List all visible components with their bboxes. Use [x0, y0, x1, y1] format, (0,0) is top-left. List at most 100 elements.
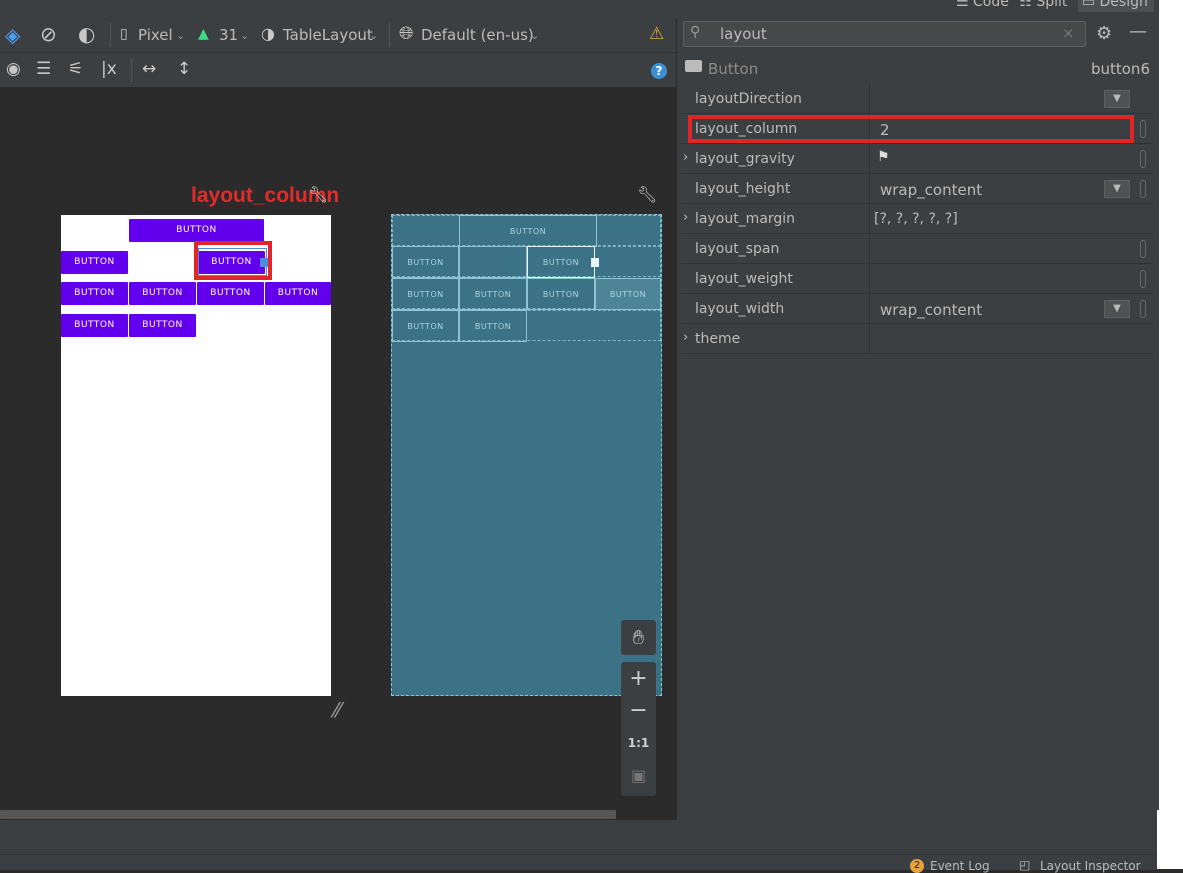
blueprint-button[interactable]: BUTTON [392, 310, 459, 342]
pan-hand-icon[interactable]: ✋︎ [621, 620, 656, 655]
dropdown-button[interactable]: ▼ [1104, 180, 1130, 198]
dropdown-button[interactable]: ▼ [1104, 90, 1130, 108]
blueprint-button[interactable]: BUTTON [459, 278, 527, 310]
fit-screen-icon[interactable]: ▣ [621, 766, 656, 785]
chevron-down-icon: ⌄ [240, 29, 250, 42]
blueprint-button[interactable]: BUTTON [527, 278, 595, 310]
orientation-icon[interactable]: ⊘ [40, 24, 57, 44]
horizontal-scrollbar[interactable] [0, 810, 616, 819]
design-icon: ▭ [1081, 0, 1096, 10]
button-component-icon [685, 60, 702, 72]
resource-picker-button[interactable] [1140, 120, 1146, 138]
attribute-name: theme [695, 331, 741, 347]
attribute-search-field[interactable]: ⚲ layout × [683, 21, 1086, 47]
blueprint-button-selected[interactable]: BUTTON [527, 246, 595, 278]
eye-icon[interactable]: ◉ [6, 61, 21, 78]
help-icon[interactable]: ? [651, 63, 667, 79]
search-icon: ⚲ [690, 24, 701, 40]
attribute-row: layout_height wrap_content ▼ [681, 174, 1153, 204]
attribute-row: › theme [681, 324, 1153, 354]
design-preview[interactable]: BUTTON BUTTON BUTTON BUTTON BUTTON BUTTO… [61, 215, 331, 696]
api-level-selector[interactable]: 31 [219, 26, 238, 44]
column-divider [869, 234, 870, 264]
blueprint-button[interactable]: BUTTON [392, 278, 459, 310]
preview-button[interactable]: BUTTON [129, 219, 264, 242]
blueprint-button[interactable]: BUTTON [459, 310, 527, 342]
resource-picker-button[interactable] [1140, 150, 1146, 168]
split-view-button[interactable]: Split [1036, 0, 1067, 10]
clear-constraints-icon[interactable]: |ⅹ [101, 61, 117, 78]
attribute-row: layout_span [681, 234, 1153, 264]
preview-button[interactable]: BUTTON [129, 282, 196, 305]
expand-vertical-icon[interactable]: ↕ [177, 61, 191, 78]
resize-handle[interactable] [591, 258, 599, 267]
warning-icon[interactable]: ⚠ [649, 24, 664, 44]
android-icon: ▲ [198, 26, 209, 42]
layers-icon[interactable]: ◈ [5, 25, 20, 45]
resource-picker-button[interactable] [1140, 300, 1146, 318]
wrench-icon[interactable]: 🔧︎ [308, 185, 328, 204]
theme-selector[interactable]: TableLayout [283, 26, 373, 44]
actual-size-button[interactable]: 1:1 [621, 736, 656, 750]
chevron-right-icon[interactable]: › [683, 330, 688, 345]
attribute-value-field[interactable]: wrap_content [880, 181, 982, 199]
column-divider [869, 84, 870, 114]
attribute-row: layoutDirection ▼ [681, 84, 1153, 114]
preview-button[interactable]: BUTTON [61, 314, 128, 337]
blueprint-button[interactable]: BUTTON [595, 278, 661, 310]
chevron-down-icon: ⌄ [176, 29, 186, 42]
attribute-value-field: [?, ?, ?, ?, ?] [874, 211, 958, 227]
blueprint-toggle-icon[interactable]: ☰ [36, 61, 51, 78]
chevron-down-icon: ⌄ [530, 29, 540, 42]
event-log-button[interactable]: Event Log [930, 859, 990, 873]
toolbar-divider [110, 23, 111, 47]
resource-picker-button[interactable] [1140, 180, 1146, 198]
night-mode-icon[interactable]: ◐ [78, 24, 95, 44]
column-divider [869, 204, 870, 234]
preview-button[interactable]: BUTTON [265, 282, 331, 305]
resource-picker-button[interactable] [1140, 240, 1146, 258]
device-selector[interactable]: Pixel [138, 26, 173, 44]
zoom-panel: + − 1:1 ▣ [621, 662, 656, 796]
device-icon: ▯ [120, 26, 128, 42]
event-log-icon: 2 [910, 859, 924, 873]
chevron-right-icon[interactable]: › [683, 150, 688, 165]
preview-button[interactable]: BUTTON [61, 282, 128, 305]
blueprint-empty-cell [459, 246, 527, 278]
blueprint-button[interactable]: BUTTON [392, 246, 459, 278]
component-id[interactable]: button6 [1091, 60, 1150, 78]
wrench-icon[interactable]: 🔧︎ [637, 185, 657, 204]
minimize-icon[interactable]: — [1129, 21, 1147, 42]
autoconnect-off-icon[interactable]: ⚟ [68, 61, 83, 78]
layout-inspector-button[interactable]: Layout Inspector [1040, 859, 1141, 873]
resource-picker-button[interactable] [1140, 270, 1146, 288]
attribute-value-field[interactable]: wrap_content [880, 301, 982, 319]
preview-button[interactable]: BUTTON [61, 251, 128, 274]
expand-horizontal-icon[interactable]: ↔ [142, 61, 156, 78]
preview-button[interactable]: BUTTON [197, 282, 264, 305]
clear-search-icon[interactable]: × [1062, 24, 1075, 42]
split-icon: ☷ [1019, 0, 1032, 10]
attribute-name: layoutDirection [695, 91, 802, 107]
search-input[interactable]: layout [720, 25, 767, 43]
zoom-out-icon[interactable]: − [621, 698, 656, 723]
dropdown-button[interactable]: ▼ [1104, 300, 1130, 318]
preview-button[interactable]: BUTTON [129, 314, 196, 337]
globe-icon: 🌐︎ [399, 23, 414, 44]
code-view-button[interactable]: Code [973, 0, 1009, 10]
blueprint-button[interactable]: BUTTON [459, 215, 597, 247]
gear-icon[interactable]: ⚙ [1096, 23, 1112, 44]
window-edge [1157, 0, 1183, 869]
status-bar: 2 Event Log ◰ Layout Inspector [0, 854, 1157, 873]
flag-icon[interactable]: ⚑ [877, 149, 890, 165]
design-toolbar: ◈ ⊘ ◐ ▯ Pixel ⌄ ▲ 31 ⌄ ◑ TableLayout ⌄ 🌐… [0, 18, 676, 52]
pan-tool-panel: ✋︎ [621, 620, 656, 655]
chevron-right-icon[interactable]: › [683, 210, 688, 225]
annotation-highlight [688, 115, 1134, 143]
zoom-in-icon[interactable]: + [621, 666, 656, 691]
locale-selector[interactable]: Default (en-us) [421, 26, 534, 44]
design-view-button[interactable]: ▭ Design [1077, 0, 1154, 12]
component-header: Button button6 [681, 54, 1153, 84]
resize-corner-icon[interactable]: ⁄⁄ [334, 698, 341, 722]
chevron-down-icon: ⌄ [369, 29, 379, 42]
